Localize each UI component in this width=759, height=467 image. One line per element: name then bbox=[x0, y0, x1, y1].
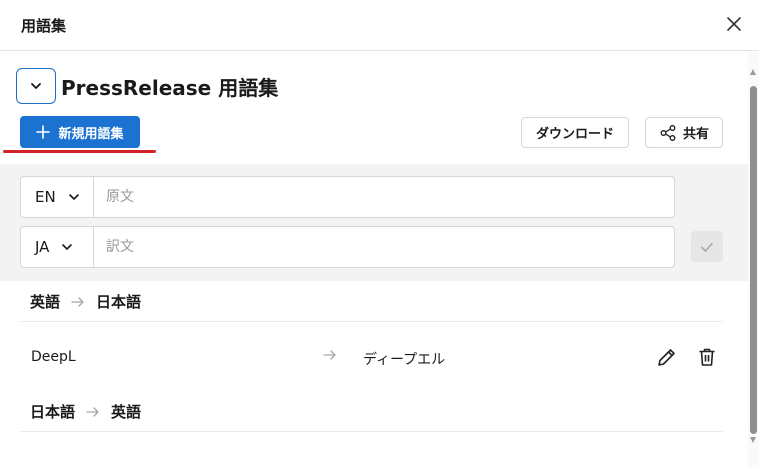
dialog-header: 用語集 bbox=[0, 0, 759, 51]
share-icon bbox=[660, 124, 676, 141]
language-pair-header: 日本語 英語 bbox=[20, 392, 723, 432]
target-row: JA bbox=[20, 226, 675, 268]
scrollbar-thumb[interactable] bbox=[750, 86, 757, 434]
scroll-up-arrow-icon[interactable] bbox=[750, 69, 756, 75]
target-language-select[interactable]: JA bbox=[21, 227, 94, 267]
scrollbar[interactable] bbox=[748, 52, 759, 467]
collapse-glossary-button[interactable] bbox=[16, 68, 56, 104]
close-icon bbox=[727, 17, 741, 31]
arrow-right-icon bbox=[322, 347, 338, 367]
new-glossary-button[interactable]: 新規用語集 bbox=[20, 116, 140, 148]
section-source-lang: 英語 bbox=[30, 293, 61, 311]
pencil-icon bbox=[658, 349, 675, 366]
source-language-value: EN bbox=[35, 188, 56, 206]
term-row: DeepL ディープエル bbox=[20, 335, 723, 379]
new-glossary-label: 新規用語集 bbox=[58, 126, 124, 142]
dialog-content: PressRelease 用語集 新規用語集 ダウンロード 共有 EN 原文 J… bbox=[0, 52, 748, 467]
section-target-lang: 日本語 bbox=[96, 293, 142, 311]
check-icon bbox=[701, 242, 713, 252]
section-target-lang: 英語 bbox=[111, 403, 142, 421]
share-label: 共有 bbox=[682, 127, 709, 142]
language-pair-header: 英語 日本語 bbox=[20, 282, 723, 322]
download-label: ダウンロード bbox=[535, 127, 614, 142]
dialog-title: 用語集 bbox=[21, 17, 67, 35]
section-source-lang: 日本語 bbox=[30, 403, 76, 421]
chevron-down-icon bbox=[62, 244, 73, 250]
target-term-input[interactable] bbox=[94, 227, 674, 267]
glossary-title: PressRelease 用語集 bbox=[61, 76, 279, 100]
add-term-button[interactable] bbox=[691, 231, 723, 262]
source-language-select[interactable]: EN bbox=[21, 177, 94, 217]
arrow-right-icon bbox=[70, 294, 86, 310]
chevron-down-icon bbox=[68, 194, 79, 200]
delete-term-button[interactable] bbox=[695, 345, 719, 369]
arrow-right-icon bbox=[85, 404, 101, 420]
download-button[interactable]: ダウンロード bbox=[521, 117, 629, 148]
plus-icon bbox=[36, 125, 51, 139]
edit-term-button[interactable] bbox=[655, 345, 679, 369]
close-button[interactable] bbox=[722, 12, 746, 36]
term-source: DeepL bbox=[31, 349, 76, 365]
source-term-input[interactable] bbox=[94, 177, 674, 217]
share-button[interactable]: 共有 bbox=[645, 117, 723, 148]
chevron-down-icon bbox=[31, 83, 41, 89]
term-entry-panel: EN JA bbox=[0, 164, 748, 281]
trash-icon bbox=[699, 348, 715, 366]
source-row: EN bbox=[20, 176, 675, 218]
highlight-underline bbox=[3, 150, 156, 153]
scroll-down-arrow-icon[interactable] bbox=[750, 437, 756, 443]
term-target: ディープエル bbox=[363, 352, 446, 368]
target-language-value: JA bbox=[35, 238, 50, 256]
